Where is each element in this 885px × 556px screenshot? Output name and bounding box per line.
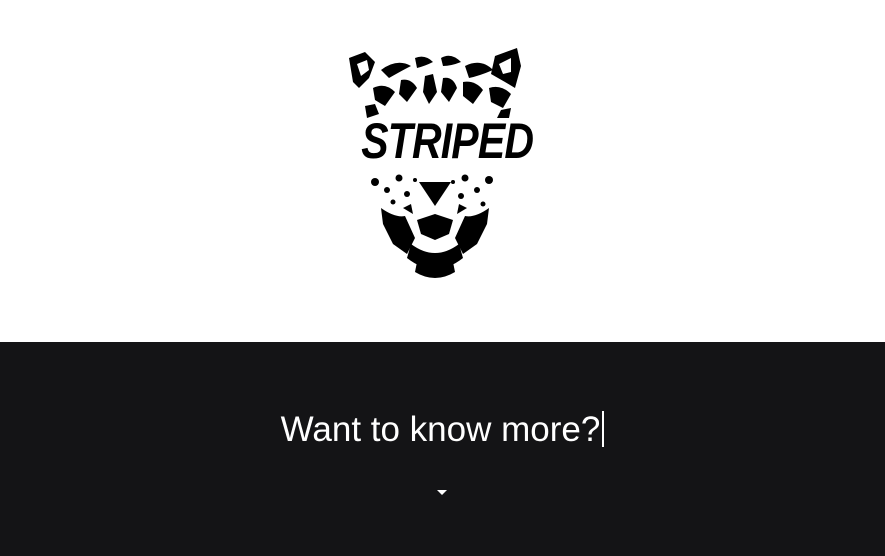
cta-headline: Want to know more?	[0, 410, 885, 450]
cta-headline-text: Want to know more?	[280, 410, 601, 449]
text-cursor	[602, 411, 605, 447]
cta-section: Want to know more?	[0, 342, 885, 556]
brand-logo: STRIPED	[345, 48, 534, 284]
caret-down-icon[interactable]	[434, 486, 450, 498]
brand-wordmark: STRIPED	[361, 113, 534, 169]
hero-section: STRIPED	[0, 0, 885, 342]
page: STRIPED Want to know more?	[0, 0, 885, 556]
